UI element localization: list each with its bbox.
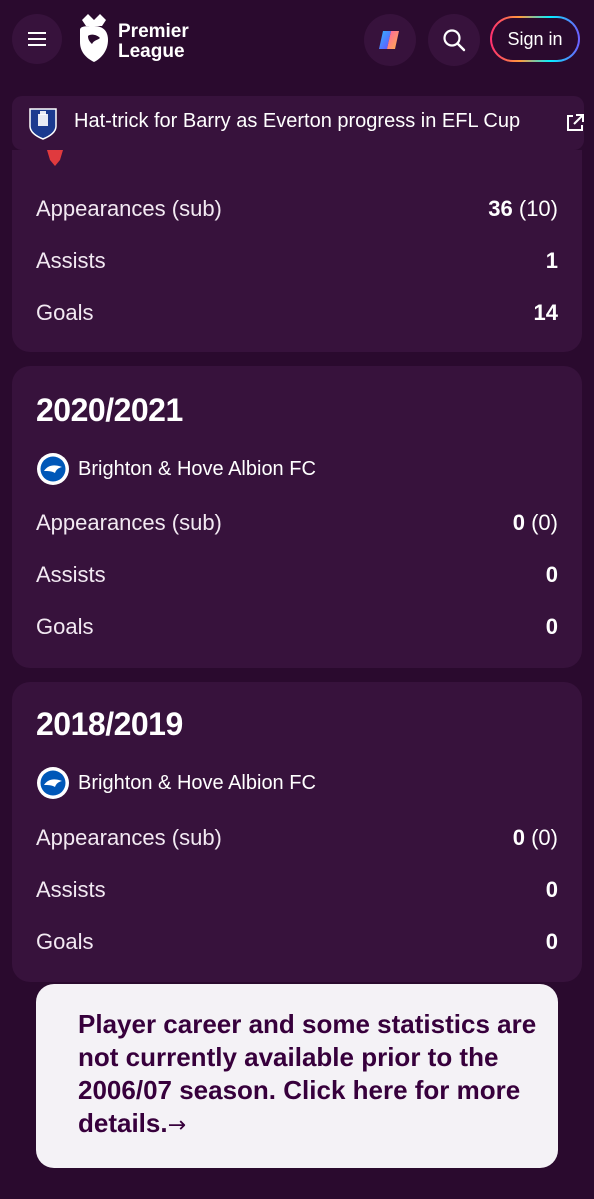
data-availability-notice[interactable]: Player career and some statistics are no… [36, 984, 558, 1168]
stat-value-assists: 0 [545, 877, 558, 902]
season-title: 2020/2021 [36, 392, 183, 428]
notice-message: Player career and some statistics are no… [78, 1009, 537, 1138]
sign-in-button[interactable]: Sign in [490, 16, 580, 62]
stat-value-assists: 1 [545, 248, 558, 273]
stat-label-goals: Goals [36, 614, 94, 639]
logo-wordmark: Premier League [118, 22, 189, 62]
stat-label-assists: Assists [36, 248, 106, 273]
stat-value-goals: 0 [545, 929, 558, 954]
news-banner[interactable]: Hat-trick for Barry as Everton progress … [12, 96, 584, 150]
season-card-3: 2018/2019 Brighton & Hove Albion FC Appe… [12, 682, 582, 982]
stat-value-appearances: 0 (0) [513, 510, 558, 536]
stat-label-appearances: Appearances (sub) [36, 825, 222, 850]
club-name[interactable]: Brighton & Hove Albion FC [78, 458, 316, 481]
notice-text: Player career and some statistics are no… [78, 1008, 538, 1142]
logo-line-1: Premier [118, 21, 189, 42]
stat-value-goals: 0 [545, 614, 558, 639]
top-nav-bar: Premier League Sign in [0, 0, 594, 80]
season-title: 2018/2019 [36, 706, 183, 742]
club-crest-partial-icon [47, 150, 63, 166]
hamburger-menu-icon [28, 32, 46, 46]
club-name[interactable]: Brighton & Hove Albion FC [78, 772, 316, 795]
season-card-1: Appearances (sub) 36 (10) Assists 1 Goal… [12, 150, 582, 352]
logo-line-2: League [118, 41, 185, 62]
stat-value-appearances: 36 (10) [488, 196, 558, 222]
stat-label-appearances: Appearances (sub) [36, 196, 222, 221]
stat-value-appearances: 0 (0) [513, 825, 558, 851]
appearances-count: 36 [488, 196, 513, 221]
copilot-button[interactable] [364, 14, 416, 66]
arrow-right-icon: → [167, 1113, 187, 1138]
appearances-count: 0 [512, 825, 525, 850]
sub-count: (10) [518, 196, 558, 221]
brighton-crest-icon [37, 767, 69, 799]
lion-crest-icon [80, 14, 108, 62]
copilot-icon [379, 31, 399, 49]
stat-label-assists: Assists [36, 877, 106, 902]
external-link-icon [567, 114, 584, 131]
sub-count: (0) [531, 510, 558, 535]
stat-label-goals: Goals [36, 929, 94, 954]
stat-label-assists: Assists [36, 562, 106, 587]
sub-count: (0) [531, 825, 558, 850]
menu-button[interactable] [12, 14, 62, 64]
brighton-crest-icon [37, 453, 69, 485]
search-icon [443, 29, 466, 52]
season-card-2: 2020/2021 Brighton & Hove Albion FC Appe… [12, 366, 582, 668]
appearances-count: 0 [512, 510, 525, 535]
everton-crest-icon [29, 108, 57, 140]
stat-value-assists: 0 [545, 562, 558, 587]
banner-headline: Hat-trick for Barry as Everton progress … [74, 110, 521, 132]
stat-label-appearances: Appearances (sub) [36, 510, 222, 535]
stat-label-goals: Goals [36, 300, 94, 325]
stat-value-goals: 14 [533, 300, 558, 325]
search-button[interactable] [428, 14, 480, 66]
